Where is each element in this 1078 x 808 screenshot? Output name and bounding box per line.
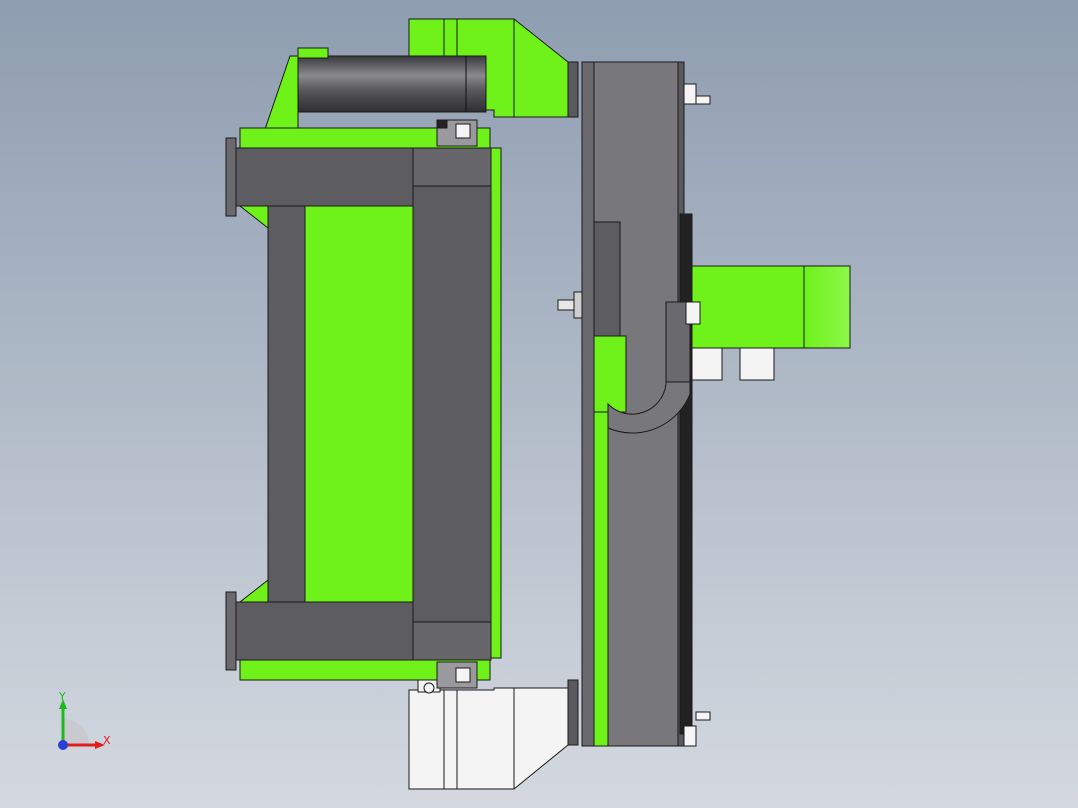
- center-shaft-collar: [573, 291, 583, 319]
- top-fitting-dark: [436, 119, 448, 129]
- center-plate-edge: [581, 61, 595, 747]
- bottom-fitting-knob: [455, 667, 471, 683]
- top-horizontal-beam: [233, 147, 415, 207]
- bottom-beam-flange: [225, 591, 237, 671]
- bottom-right-bracket-tab: [695, 711, 711, 721]
- cad-viewport[interactable]: Y X: [0, 0, 1078, 808]
- triad-y-label: Y: [58, 690, 66, 703]
- motor-end-cap: [803, 265, 851, 349]
- center-green-box: [593, 335, 627, 413]
- motor-foot-left: [691, 347, 723, 381]
- left-green-panel: [304, 205, 416, 603]
- top-drum[interactable]: [295, 55, 487, 113]
- top-right-bracket-base: [683, 83, 697, 105]
- top-bracket-cap: [297, 47, 329, 59]
- top-drum-body: [295, 55, 487, 113]
- bottom-horizontal-beam: [233, 601, 415, 661]
- top-gearbox-flange: [567, 61, 579, 118]
- triad-x-label: X: [103, 734, 111, 747]
- left-vertical-post: [267, 205, 306, 603]
- right-column: [412, 147, 492, 659]
- center-inner-slot: [593, 221, 621, 337]
- right-column-top-cap: [412, 147, 492, 187]
- bottom-gearbox-pin: [423, 682, 435, 694]
- viewport-background: [0, 0, 1078, 808]
- motor-body: [691, 265, 805, 349]
- motor-foot-right: [739, 347, 775, 381]
- motor-terminal: [685, 301, 701, 325]
- column-green-strip: [490, 147, 502, 659]
- top-right-bracket-tab: [695, 95, 711, 105]
- top-beam-flange: [225, 137, 237, 217]
- rack-strip: [679, 213, 693, 735]
- bottom-right-bracket-base: [683, 725, 697, 747]
- bottom-gearbox-flange: [567, 679, 579, 746]
- right-column-bottom-cap: [412, 621, 492, 661]
- top-fitting-knob: [455, 123, 471, 139]
- triad-z-origin: [58, 740, 68, 750]
